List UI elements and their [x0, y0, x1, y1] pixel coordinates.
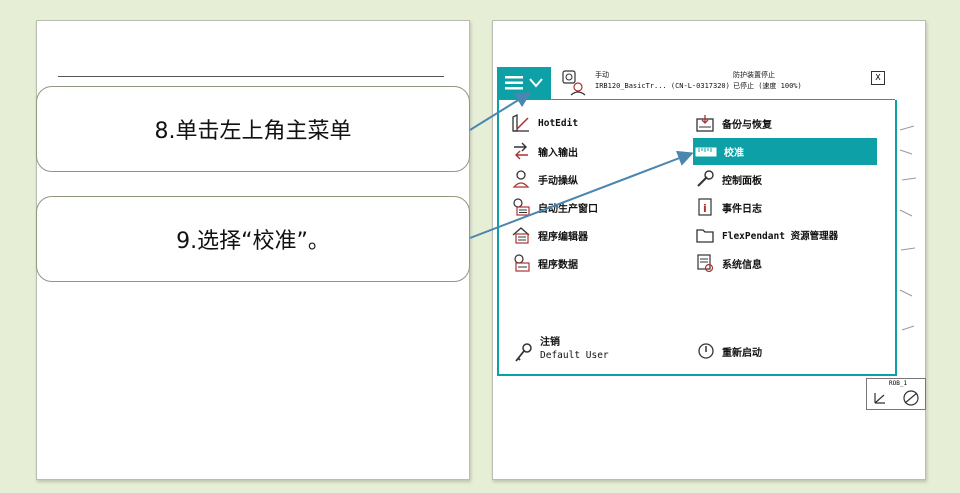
- current-user-text: Default User: [540, 350, 609, 361]
- status-bar: 手动 IRB120_BasicTr... (CN-L-0317320) 防护装置…: [497, 67, 895, 100]
- menu-item-label: 手动操纵: [538, 175, 578, 187]
- menu-item-label: FlexPendant 资源管理器: [722, 231, 839, 242]
- event-log-icon: i: [698, 198, 712, 216]
- menu-item-label: 程序编辑器: [538, 231, 588, 243]
- program-editor-icon: [512, 227, 530, 244]
- svg-text:i: i: [703, 202, 707, 215]
- speed-icon: [903, 390, 919, 406]
- step-8-text: 8.单击左上角主菜单: [154, 119, 352, 144]
- menu-item-jogging[interactable]: 手动操纵: [511, 168, 578, 190]
- restart-label: 重新启动: [722, 347, 762, 359]
- menu-item-label: 输入输出: [538, 147, 578, 159]
- background-window-edge: [899, 125, 917, 331]
- main-menu: HotEdit 输入输出 手动操纵 自动生产窗口 程序编辑器 程序数据 备份与恢…: [497, 100, 897, 376]
- menu-item-backup-restore[interactable]: 备份与恢复: [695, 112, 772, 134]
- power-icon: [698, 343, 714, 359]
- program-data-icon: [514, 254, 530, 272]
- restart-button[interactable]: 重新启动: [697, 340, 762, 362]
- speed-text: 已停止 (速度 100%): [733, 82, 802, 90]
- guard-state-text: 防护装置停止: [733, 71, 775, 79]
- robot-unit-label: ROB_1: [889, 380, 908, 387]
- coordinate-axes-icon: [874, 393, 885, 404]
- production-window-icon: [513, 198, 530, 216]
- robot-status-icon[interactable]: [559, 69, 587, 97]
- menu-item-control-panel[interactable]: 控制面板: [695, 168, 762, 190]
- close-button[interactable]: X: [871, 71, 885, 85]
- menu-item-program-data[interactable]: 程序数据: [511, 252, 578, 274]
- hotedit-icon: [512, 113, 529, 132]
- menu-item-label: 控制面板: [722, 175, 762, 187]
- step-8-callout: 8.单击左上角主菜单: [36, 86, 470, 172]
- system-name-text: IRB120_BasicTr... (CN-L-0317320): [595, 82, 730, 90]
- mode-text: 手动: [595, 71, 609, 79]
- menu-item-label: HotEdit: [538, 117, 579, 129]
- step-9-callout: 9.选择“校准”。: [36, 196, 470, 282]
- folder-icon: [696, 229, 714, 243]
- hamburger-icon: [505, 76, 523, 90]
- divider-line: [58, 76, 444, 77]
- menu-item-system-info[interactable]: 系统信息: [695, 252, 762, 274]
- logout-button[interactable]: 注销 Default User: [513, 336, 609, 366]
- status-right: 防护装置停止 已停止 (速度 100%): [733, 70, 802, 92]
- key-icon: [515, 343, 532, 362]
- wrench-icon: [697, 170, 714, 187]
- menu-item-program-editor[interactable]: 程序编辑器: [511, 224, 588, 246]
- menu-item-label: 事件日志: [722, 203, 762, 215]
- jog-icon: [512, 170, 530, 188]
- menu-item-flexpendant-explorer[interactable]: FlexPendant 资源管理器: [695, 224, 838, 246]
- menu-item-calibration[interactable]: 校准: [693, 138, 877, 165]
- flexpendant-screen: 手动 IRB120_BasicTr... (CN-L-0317320) 防护装置…: [497, 67, 897, 376]
- menu-item-hotedit[interactable]: HotEdit: [511, 112, 578, 134]
- io-icon: [514, 142, 528, 160]
- menu-item-label: 自动生产窗口: [538, 203, 598, 215]
- menu-item-label: 备份与恢复: [722, 119, 772, 131]
- backup-icon: [696, 115, 714, 132]
- main-menu-button[interactable]: [497, 67, 551, 99]
- system-info-icon: [697, 254, 714, 273]
- menu-item-event-log[interactable]: i 事件日志: [695, 196, 762, 218]
- step-9-text: 9.选择“校准”。: [176, 229, 330, 254]
- menu-item-label: 校准: [724, 148, 744, 159]
- logout-label: 注销: [540, 337, 560, 348]
- menu-item-label: 系统信息: [722, 259, 762, 271]
- menu-item-label: 程序数据: [538, 259, 578, 271]
- calibration-icon: [695, 147, 717, 156]
- chevron-down-icon: [529, 78, 543, 88]
- robot-unit-indicator[interactable]: ROB_1: [866, 378, 926, 410]
- menu-item-production-window[interactable]: 自动生产窗口: [511, 196, 598, 218]
- status-left: 手动 IRB120_BasicTr... (CN-L-0317320): [595, 70, 730, 92]
- menu-item-io[interactable]: 输入输出: [511, 140, 578, 162]
